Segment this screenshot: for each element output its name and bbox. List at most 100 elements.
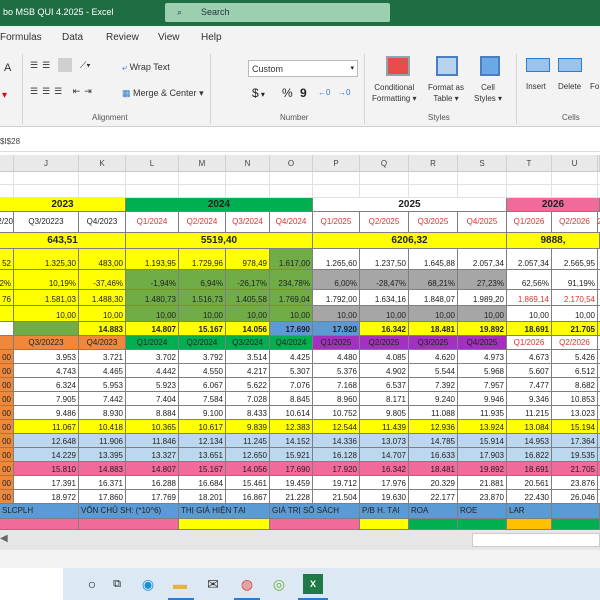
- empty-cell[interactable]: [270, 172, 313, 185]
- price-cell[interactable]: 00: [0, 420, 14, 434]
- scroll-left-icon[interactable]: ◀: [0, 533, 8, 544]
- font-color-icon[interactable]: ▾: [2, 90, 7, 101]
- summary-value[interactable]: [409, 519, 458, 530]
- price-cell[interactable]: 20.561: [507, 476, 552, 490]
- merge-center-button[interactable]: ▦ Merge & Center ▾: [122, 88, 204, 99]
- price-cell[interactable]: 7.957: [458, 378, 507, 392]
- price-cell[interactable]: 4.442: [126, 364, 179, 378]
- price-cell[interactable]: 15.914: [458, 434, 507, 448]
- price-cell[interactable]: 14.152: [270, 434, 313, 448]
- price-cell[interactable]: 5.376: [313, 364, 360, 378]
- align-bottom-icon[interactable]: [58, 58, 72, 72]
- price-cell[interactable]: 4.085: [360, 350, 409, 364]
- price-cell[interactable]: 17.690: [270, 462, 313, 476]
- metric-cell[interactable]: 1.480,73: [126, 290, 179, 306]
- quarter-header[interactable]: Q1/2025: [313, 336, 360, 350]
- year-header[interactable]: 2026: [507, 198, 600, 212]
- price-cell[interactable]: 11.906: [79, 434, 126, 448]
- price-cell[interactable]: 00: [0, 392, 14, 406]
- metric-cell[interactable]: 2.170,54: [552, 290, 598, 306]
- task-view-icon[interactable]: ⧉: [107, 574, 127, 594]
- column-header-O[interactable]: O: [270, 155, 313, 172]
- price-cell[interactable]: 10.365: [126, 420, 179, 434]
- year-header[interactable]: 2025: [313, 198, 507, 212]
- price-cell[interactable]: 00: [0, 378, 14, 392]
- column-header-L[interactable]: L: [126, 155, 179, 172]
- tab-view[interactable]: View: [158, 32, 180, 43]
- price-cell[interactable]: 4.973: [458, 350, 507, 364]
- orientation-icon[interactable]: ⟋▾: [80, 60, 91, 71]
- quarter-header[interactable]: [0, 336, 14, 350]
- metric-cell[interactable]: 10,00: [409, 306, 458, 322]
- summary-value[interactable]: [458, 519, 507, 530]
- price-cell[interactable]: 11.846: [126, 434, 179, 448]
- price-cell[interactable]: 3.792: [179, 350, 226, 364]
- price-cell[interactable]: 10.752: [313, 406, 360, 420]
- metric-cell[interactable]: -1,94%: [126, 270, 179, 290]
- price-cell[interactable]: 7.905: [14, 392, 79, 406]
- empty-cell[interactable]: [226, 172, 270, 185]
- price-cell[interactable]: 7.392: [409, 378, 458, 392]
- search-box[interactable]: ⌕ Search: [165, 3, 390, 22]
- price-cell[interactable]: 19.712: [313, 476, 360, 490]
- quarter-header[interactable]: Q2/2026: [552, 212, 598, 233]
- metric-cell[interactable]: 1.237,50: [360, 249, 409, 270]
- price-cell[interactable]: 00: [0, 448, 14, 462]
- price-cell[interactable]: 21.504: [313, 490, 360, 504]
- tab-formulas[interactable]: Formulas: [0, 32, 42, 43]
- summary-header[interactable]: ROA: [409, 504, 458, 519]
- metric-cell[interactable]: 1.405,58: [226, 290, 270, 306]
- quarter-header[interactable]: Q2/2024: [179, 212, 226, 233]
- metric-cell[interactable]: 10,00: [458, 306, 507, 322]
- price-cell[interactable]: 17.364: [552, 434, 598, 448]
- price-cell[interactable]: 18.972: [14, 490, 79, 504]
- mail-icon[interactable]: ✉: [203, 574, 223, 594]
- price-cell[interactable]: 4.550: [179, 364, 226, 378]
- empty-cell[interactable]: [458, 185, 507, 198]
- metric-cell[interactable]: [14, 322, 79, 336]
- metric-cell[interactable]: 1.769,04: [270, 290, 313, 306]
- price-cell[interactable]: 19.892: [458, 462, 507, 476]
- summary-header[interactable]: ROE: [458, 504, 507, 519]
- metric-cell[interactable]: 1.634,16: [360, 290, 409, 306]
- quarter-header[interactable]: Q4/2025: [458, 212, 507, 233]
- price-cell[interactable]: 11.245: [226, 434, 270, 448]
- metric-cell[interactable]: 17.920: [313, 322, 360, 336]
- quarter-header[interactable]: Q4/2024: [270, 336, 313, 350]
- price-cell[interactable]: 15.194: [552, 420, 598, 434]
- year-header[interactable]: 2024: [126, 198, 313, 212]
- price-cell[interactable]: 3.721: [79, 350, 126, 364]
- price-cell[interactable]: 7.404: [126, 392, 179, 406]
- price-cell[interactable]: 4.425: [270, 350, 313, 364]
- metric-cell[interactable]: 10,19%: [14, 270, 79, 290]
- conditional-formatting-button[interactable]: Conditional Formatting ▾: [372, 82, 416, 104]
- price-cell[interactable]: 21.228: [270, 490, 313, 504]
- empty-cell[interactable]: [79, 185, 126, 198]
- price-cell[interactable]: 6.324: [14, 378, 79, 392]
- metric-cell[interactable]: 1.848,07: [409, 290, 458, 306]
- metric-cell[interactable]: 1.193,95: [126, 249, 179, 270]
- price-cell[interactable]: 00: [0, 476, 14, 490]
- price-cell[interactable]: 15.167: [179, 462, 226, 476]
- metric-cell[interactable]: [0, 306, 14, 322]
- price-cell[interactable]: 16.822: [507, 448, 552, 462]
- align-left-center-right-icons[interactable]: ☰☰☰ ⇤⇥: [30, 86, 96, 97]
- decrease-decimal-icon[interactable]: →0: [338, 88, 350, 97]
- metric-cell[interactable]: 1.581,03: [14, 290, 79, 306]
- price-cell[interactable]: 4.743: [14, 364, 79, 378]
- price-cell[interactable]: 17.903: [458, 448, 507, 462]
- price-cell[interactable]: 12.134: [179, 434, 226, 448]
- app-icon[interactable]: ◎: [269, 574, 289, 594]
- metric-cell[interactable]: 10,00: [179, 306, 226, 322]
- column-header-T[interactable]: T: [507, 155, 552, 172]
- summary-value[interactable]: [360, 519, 409, 530]
- price-cell[interactable]: 13.327: [126, 448, 179, 462]
- price-cell[interactable]: 19.459: [270, 476, 313, 490]
- empty-cell[interactable]: [360, 185, 409, 198]
- metric-cell[interactable]: 62,56%: [507, 270, 552, 290]
- price-cell[interactable]: 14.707: [360, 448, 409, 462]
- metric-cell[interactable]: 52: [0, 249, 14, 270]
- quarter-header[interactable]: Q2/2025: [360, 336, 409, 350]
- empty-cell[interactable]: [458, 172, 507, 185]
- price-cell[interactable]: 00: [0, 434, 14, 448]
